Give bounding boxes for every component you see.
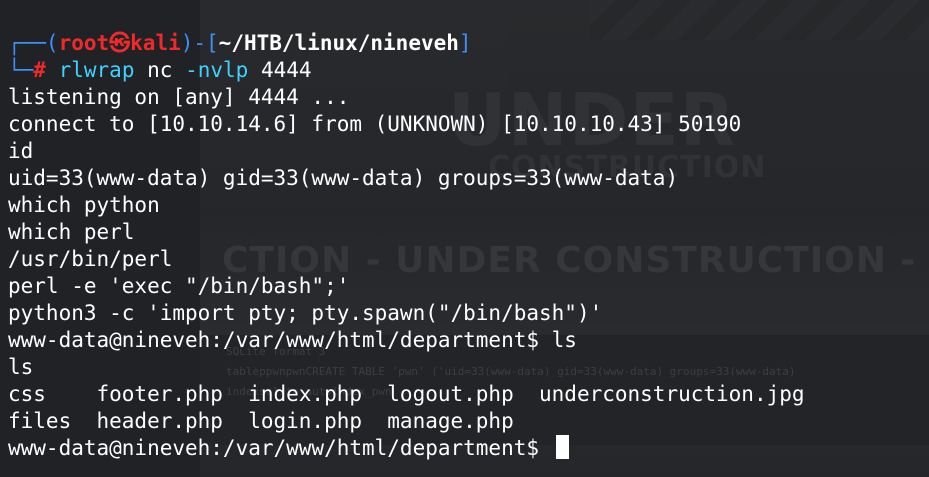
prompt-user: root — [58, 31, 110, 55]
output-line: id — [8, 139, 34, 163]
output-line: which python — [8, 193, 160, 217]
output-line: perl -e 'exec "/bin/bash";' — [8, 274, 350, 298]
terminal-output[interactable]: ┌──(root㉿kali)-[~/HTB/linux/nineveh] └─#… — [0, 0, 929, 477]
text-cursor[interactable] — [555, 435, 569, 459]
output-line: python3 -c 'import pty; pty.spawn("/bin/… — [8, 301, 603, 325]
terminal-window[interactable]: UNDER CONSTRUCTION CTION - UNDER CONSTRU… — [0, 0, 929, 477]
output-line: /usr/bin/perl — [8, 247, 173, 271]
output-line: which perl — [8, 220, 135, 244]
output-line: ls — [8, 355, 34, 379]
prompt-corner-top: ┌──( — [8, 31, 59, 55]
prompt-host: kali — [130, 31, 181, 55]
command-flag: -nvlp — [185, 58, 249, 82]
prompt-path: ~/HTB/linux/nineveh — [218, 31, 459, 55]
output-line: files header.php login.php manage.php — [8, 409, 514, 433]
output-line: connect to [10.10.14.6] from (UNKNOWN) [… — [8, 112, 742, 136]
output-line: css footer.php index.php logout.php unde… — [8, 382, 805, 406]
output-line: www-data@nineveh:/var/www/html/departmen… — [8, 328, 577, 352]
skull-icon: ㉿ — [109, 31, 131, 55]
command-subcommand: nc — [147, 58, 173, 82]
prompt-bracket-end: ] — [458, 31, 472, 55]
prompt-header-line: ┌──(root㉿kali)-[~/HTB/linux/nineveh] — [8, 30, 472, 57]
command-port: 4444 — [260, 58, 312, 82]
command-name: rlwrap — [58, 58, 135, 82]
prompt-separator: )-[ — [180, 31, 219, 55]
prompt-hash: # — [33, 58, 46, 82]
output-line: listening on [any] 4444 ... — [8, 85, 350, 109]
shell-prompt-line[interactable]: www-data@nineveh:/var/www/html/departmen… — [8, 435, 569, 462]
prompt-corner-bottom: └─ — [8, 58, 34, 82]
output-line: uid=33(www-data) gid=33(www-data) groups… — [8, 166, 679, 190]
command-line: └─# rlwrap nc -nvlp 4444 — [8, 57, 312, 84]
shell-prompt: www-data@nineveh:/var/www/html/departmen… — [8, 436, 552, 460]
